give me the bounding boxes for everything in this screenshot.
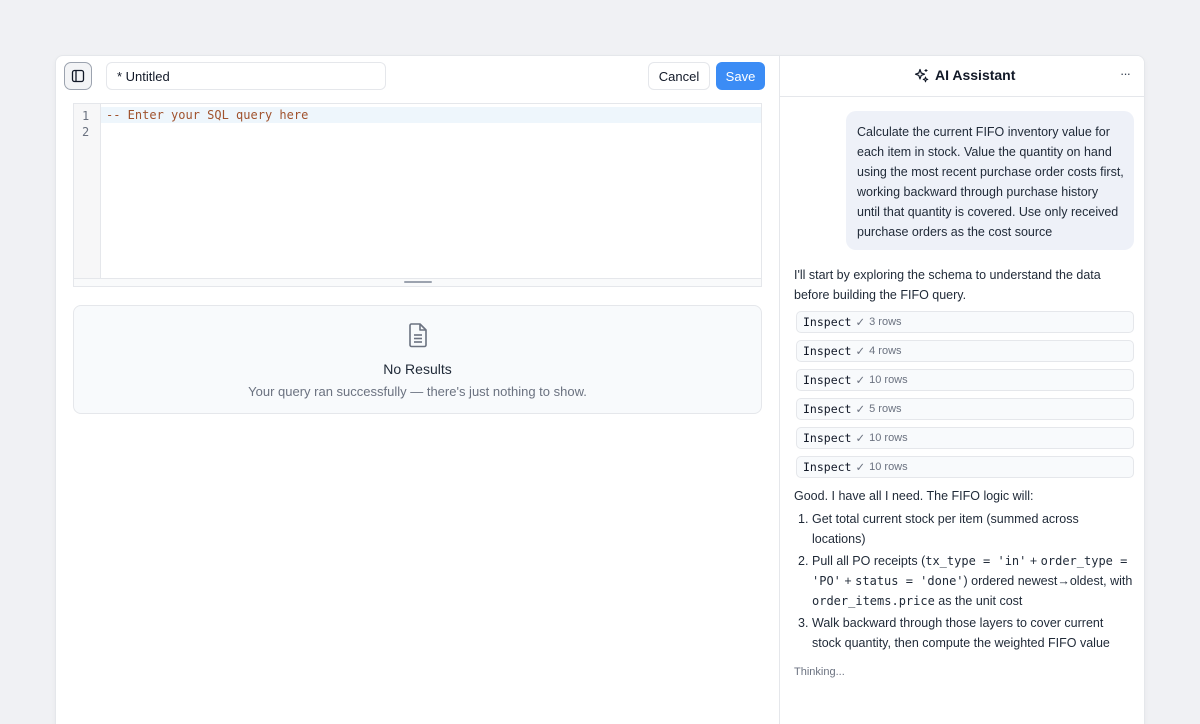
step-text: Pull all PO receipts (tx_type = 'in' + o… — [812, 551, 1135, 611]
inline-code: tx_type = 'in' — [925, 554, 1027, 568]
editor-resize-bar[interactable] — [74, 278, 761, 286]
cancel-button[interactable]: Cancel — [648, 62, 710, 90]
sparkles-icon — [914, 68, 929, 82]
sidebar-icon — [71, 69, 85, 83]
tool-call-inspect[interactable]: Inspect ✓ 10 rows — [796, 456, 1134, 478]
tool-call-inspect[interactable]: Inspect ✓ 10 rows — [796, 427, 1134, 449]
ai-assistant-panel: AI Assistant ··· Calculate the current F… — [779, 56, 1144, 724]
step-number: 2. — [798, 554, 809, 568]
plan-steps-list: 1. Get total current stock per item (sum… — [795, 509, 1135, 655]
no-results-title: No Results — [383, 361, 452, 377]
inline-code: status = 'done' — [855, 574, 964, 588]
tool-call-name: Inspect — [803, 315, 852, 329]
save-button[interactable]: Save — [716, 62, 765, 90]
tool-call-inspect[interactable]: Inspect ✓ 10 rows — [796, 369, 1134, 391]
code-line[interactable] — [101, 123, 761, 139]
tool-call-name: Inspect — [803, 402, 852, 416]
sql-editor[interactable]: 1 2 -- Enter your SQL query here — [73, 103, 762, 287]
assistant-intro-text: I'll start by exploring the schema to un… — [794, 268, 1101, 302]
check-icon: ✓ — [855, 317, 866, 329]
check-icon: ✓ — [855, 375, 866, 387]
tool-call-name: Inspect — [803, 373, 852, 387]
sidebar-toggle-button[interactable] — [64, 62, 92, 90]
no-results-subtitle: Your query ran successfully — there's ju… — [248, 384, 587, 399]
tool-call-name: Inspect — [803, 344, 852, 358]
tool-call-rows: 10 rows — [869, 374, 908, 386]
assistant-header: AI Assistant ··· — [780, 56, 1144, 97]
line-number-gutter: 1 2 — [74, 104, 101, 279]
plan-step: 3. Walk backward through those layers to… — [795, 613, 1135, 653]
check-icon: ✓ — [855, 433, 866, 445]
step-text: Walk backward through those layers to co… — [812, 616, 1110, 650]
user-message: Calculate the current FIFO inventory val… — [846, 111, 1134, 250]
step-text-part: + — [1026, 554, 1041, 568]
inline-code: order_items.price — [812, 594, 935, 608]
step-text-part: ) ordered newest→oldest, with — [963, 574, 1133, 588]
tool-call-rows: 10 rows — [869, 461, 908, 473]
document-icon — [409, 323, 427, 348]
tool-call-inspect[interactable]: Inspect ✓ 4 rows — [796, 340, 1134, 362]
tool-call-rows: 4 rows — [869, 345, 902, 357]
tool-call-name: Inspect — [803, 460, 852, 474]
app-window: Cancel Save 1 2 -- Enter your SQL query … — [55, 55, 1145, 724]
editor-toolbar: Cancel Save — [56, 56, 778, 96]
line-number: 2 — [82, 125, 90, 139]
tool-call-inspect[interactable]: Inspect ✓ 5 rows — [796, 398, 1134, 420]
plan-intro-text: Good. I have all I need. The FIFO logic … — [794, 489, 1034, 503]
step-text-part: + — [840, 574, 856, 588]
step-number: 3. — [798, 616, 809, 630]
step-text: Get total current stock per item (summed… — [812, 512, 1079, 546]
check-icon: ✓ — [855, 462, 866, 474]
assistant-title-label: AI Assistant — [935, 67, 1016, 83]
assistant-title: AI Assistant — [914, 67, 1015, 83]
step-text-part: as the unit cost — [934, 594, 1023, 608]
plan-step: 1. Get total current stock per item (sum… — [795, 509, 1135, 549]
step-number: 1. — [798, 512, 809, 526]
tool-call-rows: 10 rows — [869, 432, 908, 444]
tool-call-rows: 3 rows — [869, 316, 902, 328]
resize-handle[interactable] — [404, 281, 432, 283]
tool-call-name: Inspect — [803, 431, 852, 445]
thinking-status: Thinking... — [794, 666, 845, 678]
line-number: 1 — [82, 109, 90, 123]
more-options-icon[interactable]: ··· — [1120, 66, 1131, 81]
code-line[interactable]: -- Enter your SQL query here — [101, 107, 761, 123]
check-icon: ✓ — [855, 346, 866, 358]
check-icon: ✓ — [855, 404, 866, 416]
tool-call-inspect[interactable]: Inspect ✓ 3 rows — [796, 311, 1134, 333]
query-title-input[interactable] — [106, 62, 386, 90]
step-text-part: Pull all PO receipts ( — [812, 554, 926, 568]
tool-call-rows: 5 rows — [869, 403, 902, 415]
plan-step: 2. Pull all PO receipts (tx_type = 'in' … — [795, 551, 1135, 611]
results-panel: No Results Your query ran successfully —… — [73, 305, 762, 414]
code-area[interactable]: -- Enter your SQL query here — [101, 107, 761, 139]
editor-pane: Cancel Save 1 2 -- Enter your SQL query … — [56, 56, 778, 724]
